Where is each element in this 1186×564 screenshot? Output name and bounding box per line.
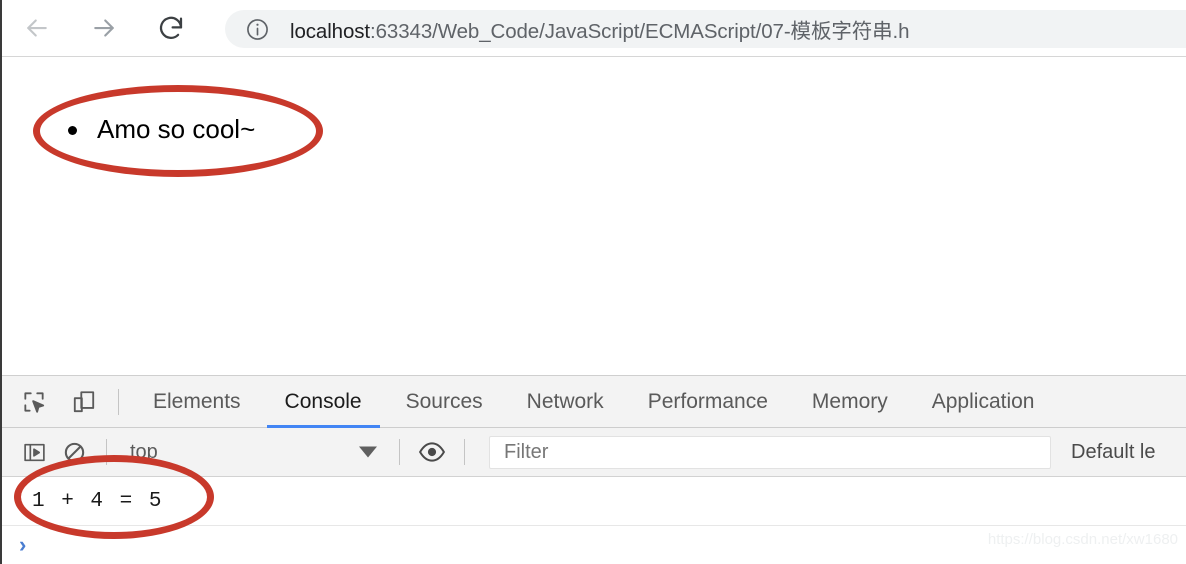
tab-sources[interactable]: Sources [384,376,505,428]
address-bar[interactable]: localhost:63343/Web_Code/JavaScript/ECMA… [225,10,1186,48]
tab-console[interactable]: Console [263,376,384,428]
console-toolbar-divider-1 [106,439,107,465]
url-host: localhost [290,20,371,43]
page-output-list: Amo so cool~ [64,113,255,145]
forward-button[interactable] [85,9,123,47]
create-live-expression-icon[interactable] [412,432,452,472]
console-sidebar-icon[interactable] [14,432,54,472]
reload-button[interactable] [152,9,190,47]
back-button[interactable] [18,9,56,47]
console-toolbar: top Filter Default le [2,428,1186,477]
clear-console-icon[interactable] [54,432,94,472]
site-information-icon[interactable] [245,17,270,42]
console-message-text: 1 + 4 = 5 [32,489,164,513]
log-levels-dropdown[interactable]: Default le [1071,441,1156,464]
context-selector-label: top [130,440,158,463]
console-toolbar-divider-2 [399,439,400,465]
inspect-element-icon[interactable] [12,380,56,424]
list-item: Amo so cool~ [64,113,255,145]
url-path: :63343/Web_Code/JavaScript/ECMAScript/07… [370,20,910,43]
context-selector[interactable]: top [119,433,387,471]
arrow-right-icon [89,13,119,43]
tab-performance[interactable]: Performance [626,376,790,428]
browser-window: localhost:63343/Web_Code/JavaScript/ECMA… [0,0,1186,564]
console-toolbar-divider-3 [464,439,465,465]
arrow-left-icon [22,13,52,43]
reload-icon [156,13,186,43]
window-left-border [0,0,2,564]
chevron-down-icon [359,446,377,458]
tab-memory[interactable]: Memory [790,376,910,428]
device-toolbar-icon[interactable] [62,380,106,424]
watermark-text: https://blog.csdn.net/xw1680 [987,531,1178,548]
filter-input[interactable]: Filter [489,435,1051,469]
prompt-caret-icon: › [19,532,27,557]
tab-application[interactable]: Application [910,376,1057,428]
filter-input-placeholder: Filter [504,440,549,463]
devtools-tabbar: Elements Console Sources Network Perform… [2,376,1186,428]
tab-network[interactable]: Network [505,376,626,428]
console-message-row: 1 + 4 = 5 [2,477,1186,526]
address-bar-url: localhost:63343/Web_Code/JavaScript/ECMA… [290,14,910,44]
toolbar-divider [118,388,119,415]
console-output: 1 + 4 = 5 › [2,477,1186,564]
tab-elements[interactable]: Elements [131,376,263,428]
browser-toolbar: localhost:63343/Web_Code/JavaScript/ECMA… [0,0,1186,57]
page-viewport: Amo so cool~ [2,58,1186,375]
